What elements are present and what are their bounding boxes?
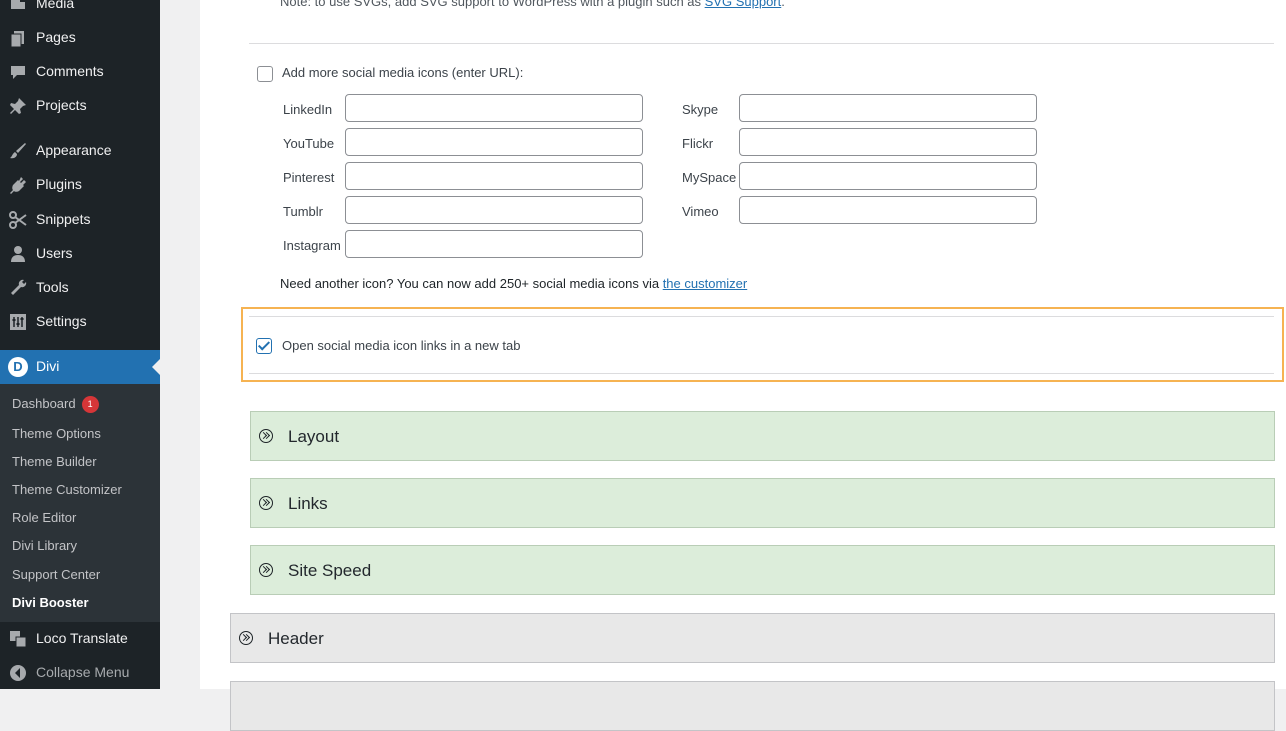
expand-chevrons-icon bbox=[259, 429, 273, 443]
sidebar-item-comments[interactable]: Comments bbox=[0, 55, 160, 89]
scissors-icon bbox=[9, 211, 27, 229]
sidebar-item-plugins[interactable]: Plugins bbox=[0, 168, 160, 202]
sidebar-item-label: Divi bbox=[36, 358, 60, 374]
section-title: Links bbox=[288, 494, 328, 513]
divider bbox=[249, 373, 1274, 374]
skype-url-input[interactable] bbox=[739, 94, 1037, 122]
section-header[interactable]: Header bbox=[230, 613, 1275, 663]
divider bbox=[249, 43, 1274, 44]
submenu-item-theme-options[interactable]: Theme Options bbox=[12, 426, 101, 441]
customizer-link[interactable]: the customizer bbox=[663, 276, 748, 291]
section-layout[interactable]: Layout bbox=[250, 411, 1275, 461]
need-icon-text: Need another icon? You can now add 250+ … bbox=[280, 276, 663, 291]
submenu-item-theme-customizer[interactable]: Theme Customizer bbox=[12, 482, 122, 497]
sidebar-item-label: Plugins bbox=[36, 176, 82, 192]
pinterest-label: Pinterest bbox=[283, 170, 335, 185]
media-icon bbox=[11, 0, 25, 9]
sidebar-item-tools[interactable]: Tools bbox=[0, 271, 160, 305]
section-title: Header bbox=[268, 629, 324, 648]
sidebar-item-projects[interactable]: Projects bbox=[0, 89, 160, 123]
tumblr-url-input[interactable] bbox=[345, 196, 643, 224]
linkedin-url-input[interactable] bbox=[345, 94, 643, 122]
expand-chevrons-icon bbox=[239, 631, 253, 645]
sidebar-item-label: Users bbox=[36, 245, 73, 261]
youtube-url-input[interactable] bbox=[345, 128, 643, 156]
sidebar-item-media[interactable]: Media bbox=[0, 0, 160, 21]
sidebar-item-label: Appearance bbox=[36, 142, 112, 158]
submenu-item-support-center[interactable]: Support Center bbox=[12, 567, 100, 582]
sidebar-item-label: Collapse Menu bbox=[36, 664, 130, 680]
collapse-menu-button[interactable]: Collapse Menu bbox=[0, 656, 160, 690]
open-new-tab-checkbox[interactable] bbox=[256, 338, 272, 354]
note-text: Note: to use SVGs, add SVG support to Wo… bbox=[280, 0, 705, 9]
divi-logo-icon: D bbox=[8, 357, 28, 377]
notification-badge: 1 bbox=[81, 396, 99, 414]
note-suffix: . bbox=[781, 0, 785, 9]
vimeo-url-input[interactable] bbox=[739, 196, 1037, 224]
sidebar-item-label: Settings bbox=[36, 313, 87, 329]
sliders-icon bbox=[10, 314, 26, 330]
pages-icon bbox=[10, 31, 24, 48]
open-new-tab-label: Open social media icon links in a new ta… bbox=[282, 338, 521, 353]
svg-support-link[interactable]: SVG Support bbox=[705, 0, 782, 9]
myspace-label: MySpace bbox=[682, 170, 737, 185]
sidebar-item-pages[interactable]: Pages bbox=[0, 21, 160, 55]
submenu-item-divi-library[interactable]: Divi Library bbox=[12, 538, 77, 553]
pin-icon bbox=[10, 98, 26, 114]
instagram-label: Instagram bbox=[283, 238, 341, 253]
expand-chevrons-icon bbox=[259, 496, 273, 510]
svg-support-note: Note: to use SVGs, add SVG support to Wo… bbox=[280, 0, 785, 9]
sidebar-item-label: Comments bbox=[36, 63, 104, 79]
skype-label: Skype bbox=[682, 102, 719, 117]
submenu-item-dashboard[interactable]: Dashboard 1 bbox=[12, 396, 99, 414]
submenu-item-label: Dashboard bbox=[12, 396, 76, 411]
myspace-url-input[interactable] bbox=[739, 162, 1037, 190]
section-links[interactable]: Links bbox=[250, 478, 1275, 528]
wrench-icon bbox=[11, 279, 27, 295]
sidebar-item-label: Projects bbox=[36, 97, 87, 113]
collapse-icon bbox=[10, 665, 26, 681]
flickr-url-input[interactable] bbox=[739, 128, 1037, 156]
youtube-label: YouTube bbox=[283, 136, 335, 151]
translate-icon bbox=[10, 631, 27, 648]
submenu-item-role-editor[interactable]: Role Editor bbox=[12, 510, 76, 525]
tumblr-label: Tumblr bbox=[283, 204, 323, 219]
instagram-url-input[interactable] bbox=[345, 230, 643, 258]
comments-icon bbox=[11, 66, 25, 79]
brush-icon bbox=[10, 143, 26, 159]
sidebar-item-settings[interactable]: Settings bbox=[0, 305, 160, 339]
sidebar-item-divi[interactable]: D Divi bbox=[0, 350, 160, 384]
section-site-speed[interactable]: Site Speed bbox=[250, 545, 1275, 595]
pinterest-url-input[interactable] bbox=[345, 162, 643, 190]
sidebar-item-loco-translate[interactable]: Loco Translate bbox=[0, 622, 160, 656]
vimeo-label: Vimeo bbox=[682, 204, 719, 219]
expand-chevrons-icon bbox=[259, 563, 273, 577]
admin-sidebar: Media Pages Comments Projects Appearance… bbox=[0, 0, 160, 689]
settings-panel: Note: to use SVGs, add SVG support to Wo… bbox=[200, 0, 1286, 731]
section-title: Layout bbox=[288, 427, 340, 446]
current-menu-arrow-icon bbox=[152, 359, 160, 375]
divider bbox=[249, 316, 1274, 317]
sidebar-item-label: Pages bbox=[36, 29, 76, 45]
sidebar-item-label: Loco Translate bbox=[36, 630, 128, 646]
linkedin-label: LinkedIn bbox=[283, 102, 333, 117]
plug-icon bbox=[10, 177, 26, 194]
add-more-icons-checkbox[interactable] bbox=[257, 66, 273, 82]
add-more-icons-label: Add more social media icons (enter URL): bbox=[282, 65, 524, 80]
sidebar-item-users[interactable]: Users bbox=[0, 237, 160, 271]
divi-submenu: Dashboard 1 Theme Options Theme Builder T… bbox=[0, 384, 160, 622]
sidebar-item-snippets[interactable]: Snippets bbox=[0, 203, 160, 237]
sidebar-item-label: Media bbox=[36, 0, 75, 11]
submenu-item-theme-builder[interactable]: Theme Builder bbox=[12, 454, 97, 469]
flickr-label: Flickr bbox=[682, 136, 714, 151]
user-icon bbox=[11, 246, 25, 262]
section-title: Site Speed bbox=[288, 561, 372, 580]
submenu-item-divi-booster[interactable]: Divi Booster bbox=[12, 595, 89, 610]
sidebar-item-appearance[interactable]: Appearance bbox=[0, 134, 160, 168]
sidebar-item-label: Snippets bbox=[36, 211, 91, 227]
need-icon-hint: Need another icon? You can now add 250+ … bbox=[280, 276, 747, 291]
sidebar-item-label: Tools bbox=[36, 279, 69, 295]
